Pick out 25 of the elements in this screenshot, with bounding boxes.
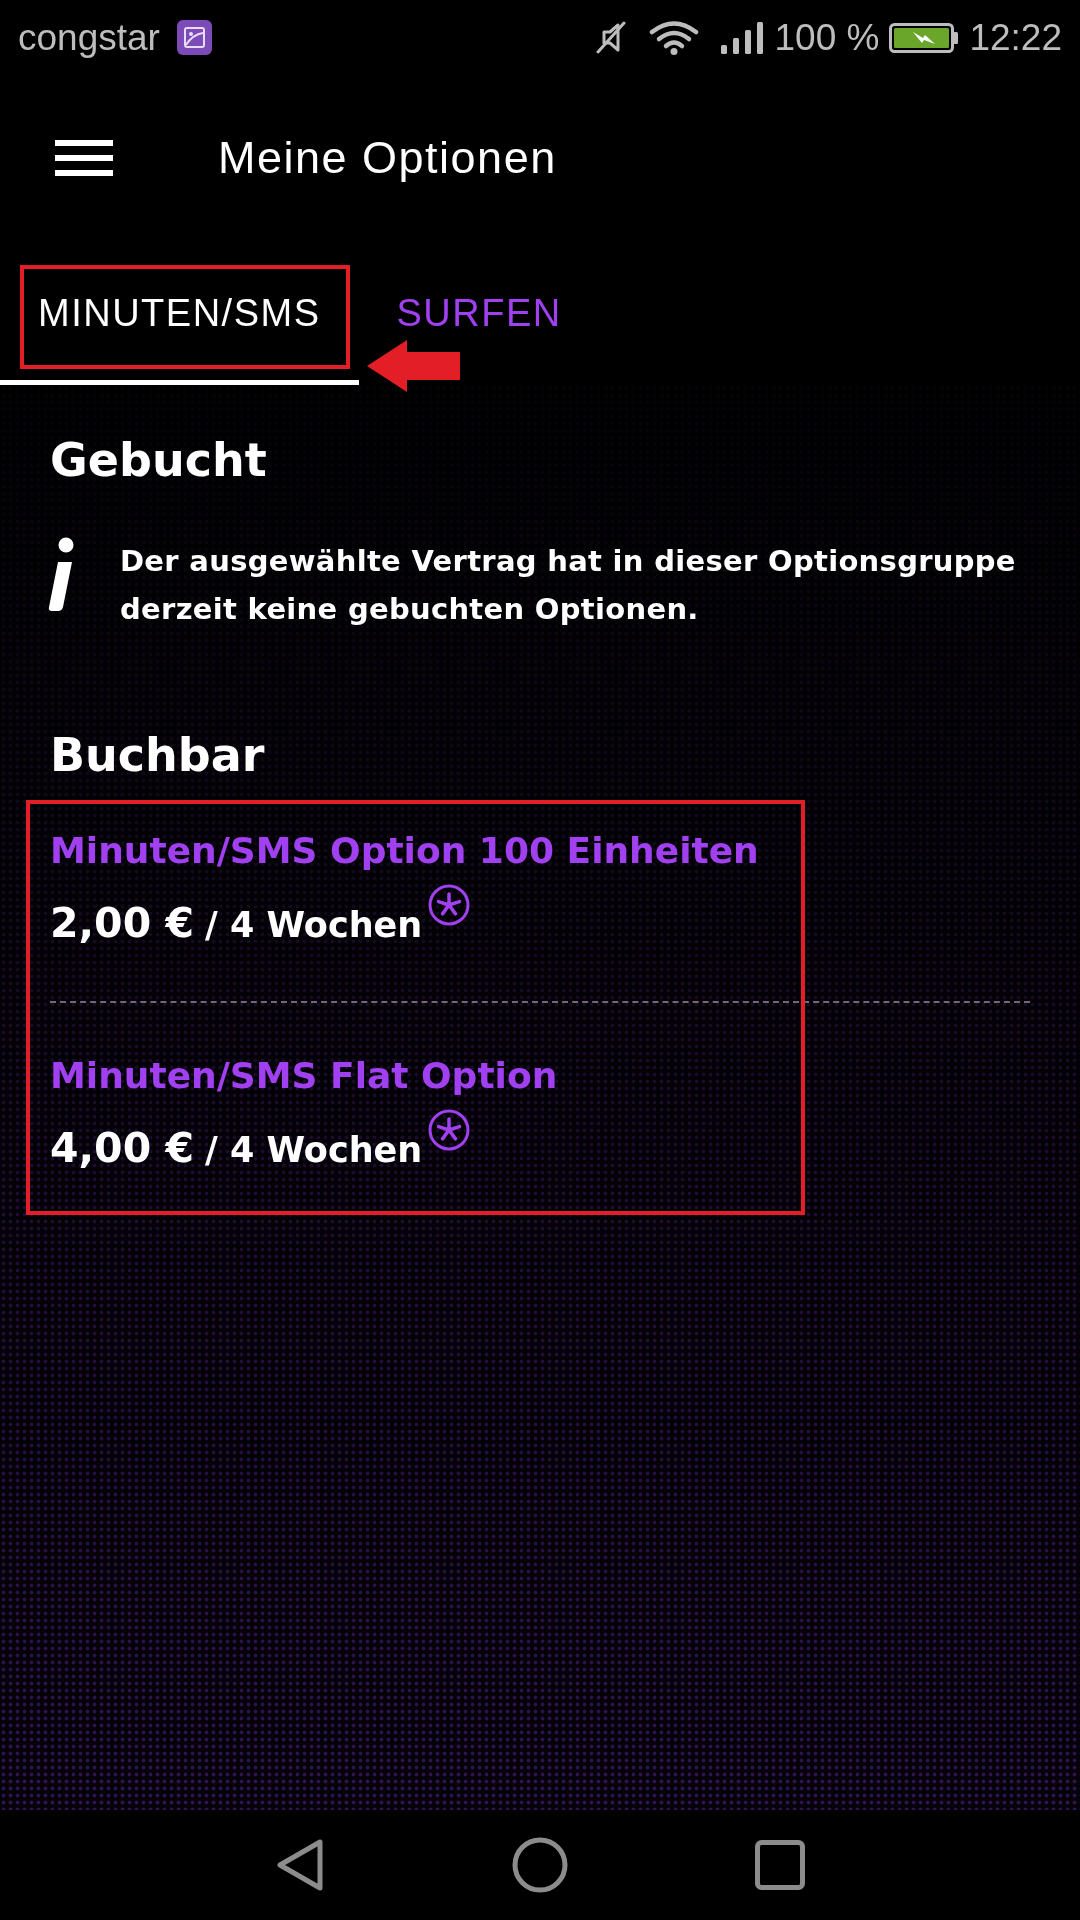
screen-title: Meine Optionen	[218, 130, 557, 185]
section-heading: Gebucht	[50, 432, 268, 489]
info-icon	[47, 537, 75, 612]
tab[interactable]: SURFEN	[358, 240, 600, 385]
billing-period: / 4 Wochen	[204, 904, 423, 947]
battery-percent: 100 %	[774, 15, 880, 60]
asterisk-circle-icon[interactable]	[428, 1109, 471, 1151]
home-icon[interactable]	[512, 1837, 568, 1893]
image-notification-icon	[176, 20, 212, 55]
option-price: 4,00 €	[50, 1125, 194, 1171]
billing-period: / 4 Wochen	[204, 1129, 423, 1172]
section-heading: Buchbar	[50, 727, 266, 784]
carrier-name: congstar	[18, 15, 160, 60]
info-message: Der ausgewählte Vertrag hat in dieser Optionsgruppe derzeit keine gebuchten Optionen.	[120, 543, 1017, 628]
option-title[interactable]: Minuten/SMS Option 100 Einheiten	[50, 828, 759, 874]
recents-icon[interactable]	[755, 1840, 805, 1890]
menu-icon[interactable]	[55, 139, 113, 176]
option-price: 2,00 €	[50, 900, 194, 946]
wifi-icon	[649, 20, 700, 55]
asterisk-circle-icon[interactable]	[428, 884, 471, 926]
back-icon[interactable]	[276, 1838, 324, 1892]
battery-charging-icon	[889, 22, 960, 53]
mute-icon	[596, 21, 627, 54]
clock: 12:22	[969, 15, 1062, 60]
option-title[interactable]: Minuten/SMS Flat Option	[50, 1053, 558, 1099]
